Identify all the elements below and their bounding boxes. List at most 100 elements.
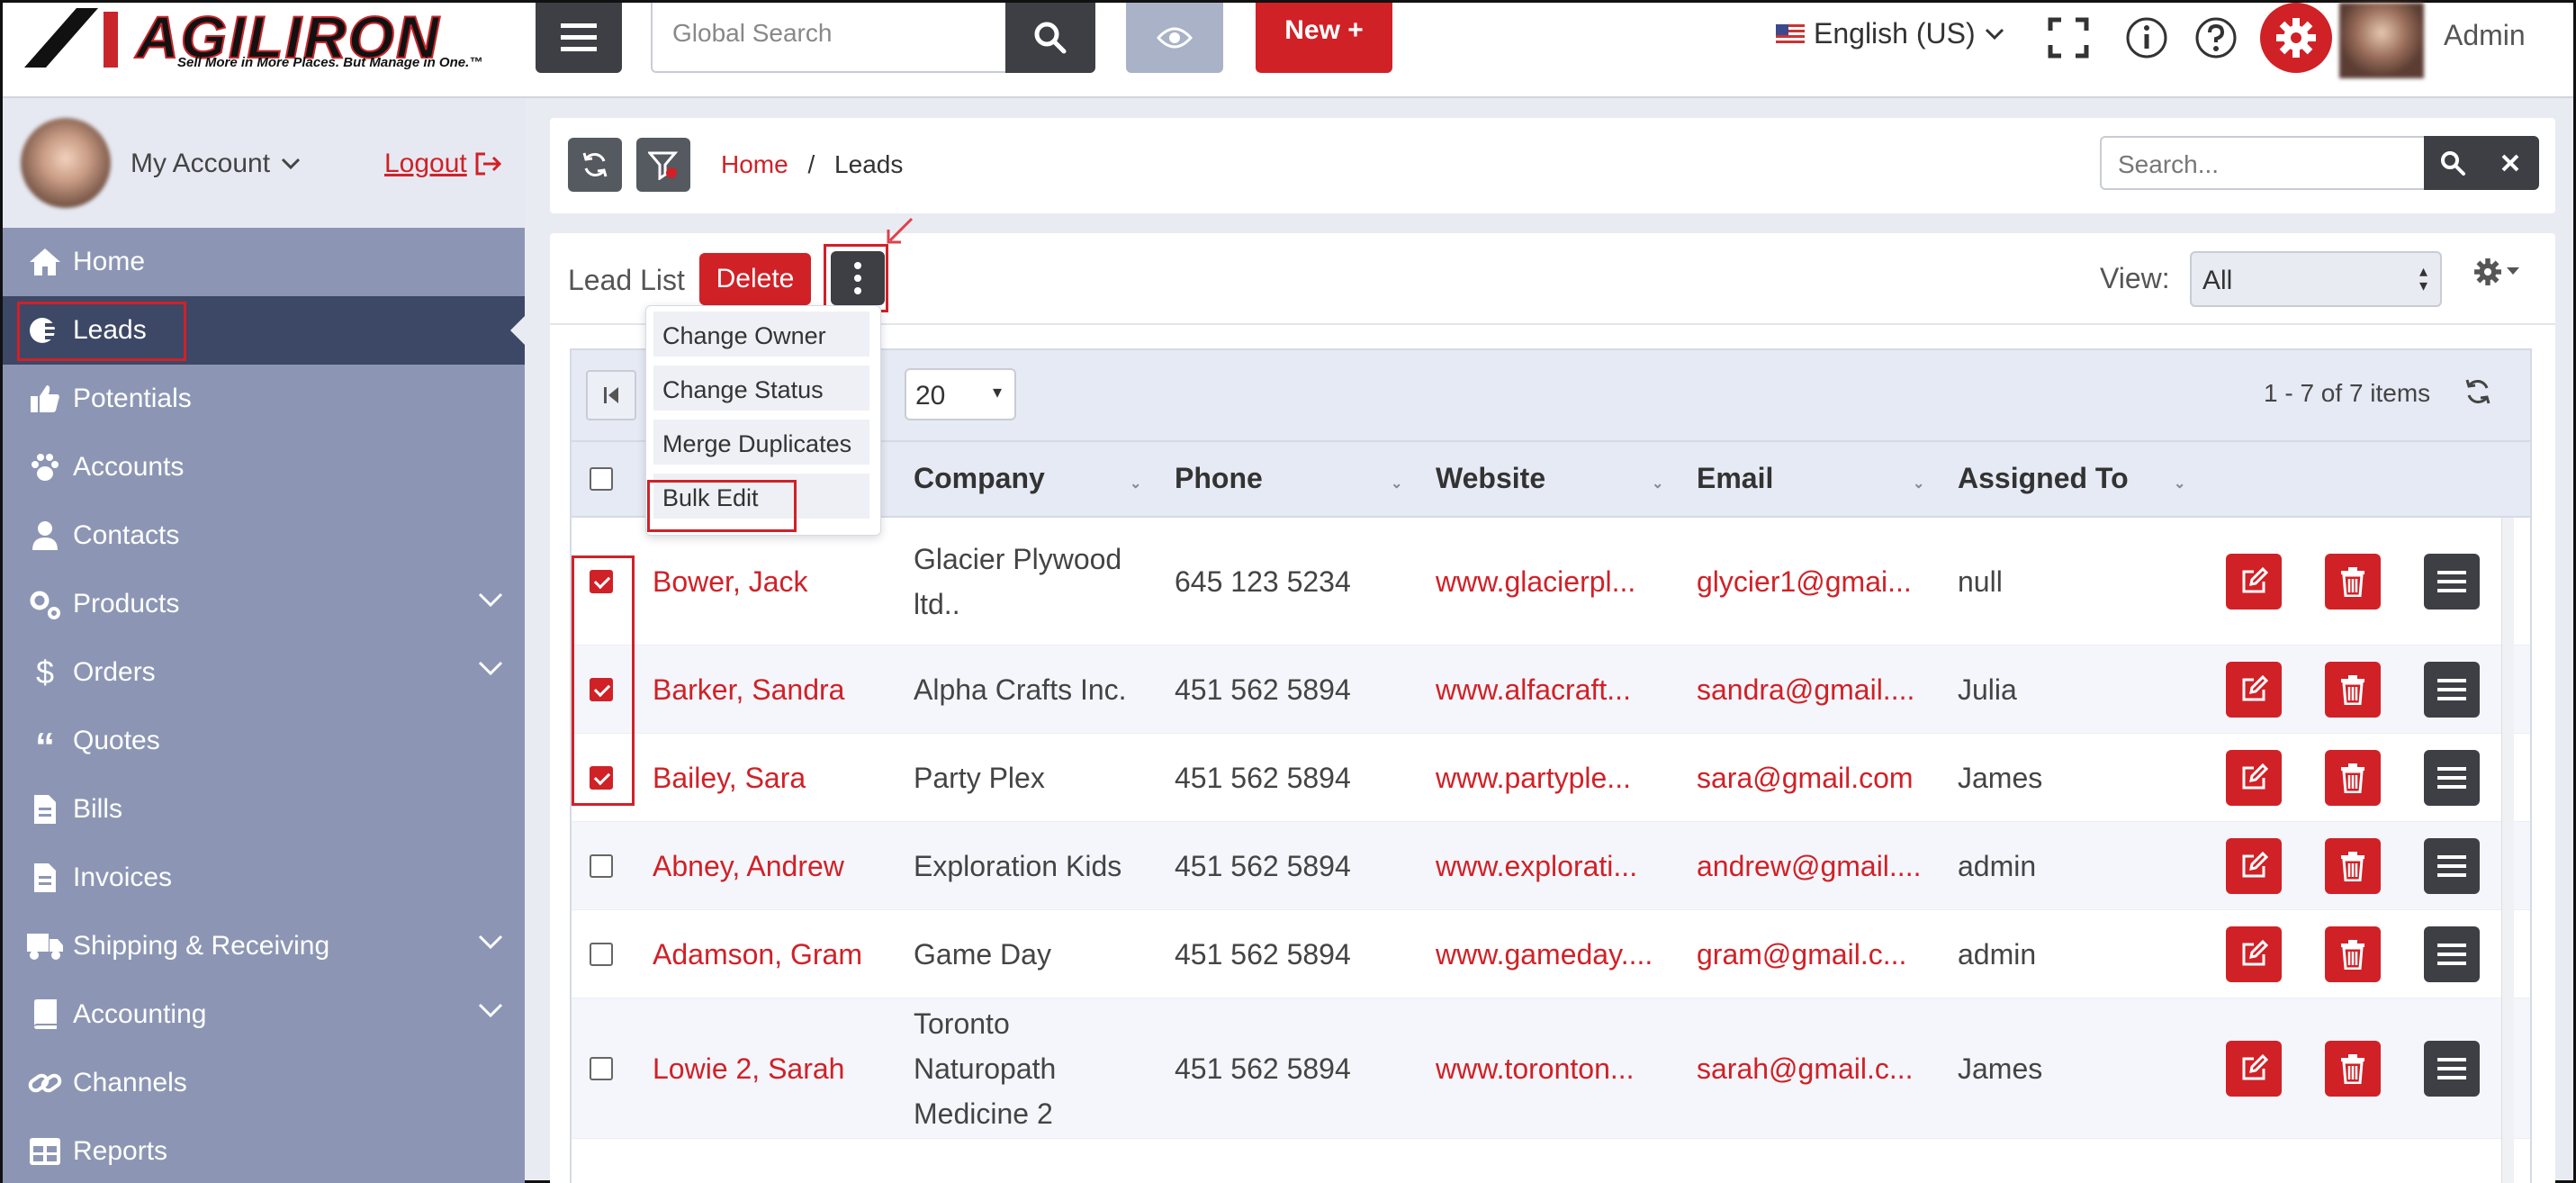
- edit-button[interactable]: [2226, 926, 2282, 982]
- info-button[interactable]: [2124, 15, 2169, 60]
- row-menu-button[interactable]: [2424, 838, 2480, 894]
- edit-button[interactable]: [2226, 662, 2282, 718]
- list-settings-button[interactable]: [2472, 257, 2519, 287]
- menu-item-merge-duplicates[interactable]: Merge Duplicates: [653, 420, 869, 465]
- email-link[interactable]: andrew@gmail....: [1697, 844, 1940, 889]
- table-row[interactable]: Abney, Andrew Exploration Kids 451 562 589…: [572, 822, 2530, 910]
- table-scrollbar[interactable]: [2501, 518, 2514, 1183]
- view-toggle-button[interactable]: [1126, 3, 1223, 73]
- row-menu-button[interactable]: [2424, 554, 2480, 610]
- refresh-button[interactable]: [568, 138, 622, 192]
- clear-search-button[interactable]: [2481, 136, 2539, 190]
- edit-button[interactable]: [2226, 554, 2282, 610]
- lead-name-link[interactable]: Bower, Jack: [653, 559, 896, 604]
- breadcrumb-home-link[interactable]: Home: [721, 150, 788, 178]
- sidebar-item-bills[interactable]: Bills: [3, 775, 525, 844]
- website-link[interactable]: www.explorati...: [1436, 844, 1679, 889]
- row-checkbox[interactable]: [590, 854, 613, 878]
- logout-link[interactable]: Logout: [384, 149, 503, 179]
- delete-button[interactable]: Delete: [699, 253, 811, 305]
- list-search-input[interactable]: Search...: [2100, 136, 2426, 190]
- list-search-button[interactable]: [2424, 136, 2481, 190]
- row-menu-button[interactable]: [2424, 662, 2480, 718]
- edit-button[interactable]: [2226, 838, 2282, 894]
- website-link[interactable]: www.toronton...: [1436, 1046, 1679, 1091]
- fullscreen-button[interactable]: [2046, 15, 2091, 60]
- help-icon: [2195, 17, 2237, 59]
- row-menu-button[interactable]: [2424, 1041, 2480, 1097]
- lead-name-link[interactable]: Lowie 2, Sarah: [653, 1046, 896, 1091]
- sidebar-item-home[interactable]: Home: [3, 228, 525, 296]
- row-menu-button[interactable]: [2424, 750, 2480, 806]
- lead-name-link[interactable]: Adamson, Gram: [653, 932, 896, 977]
- table-row[interactable]: Bailey, Sara Party Plex 451 562 5894 www.pa…: [572, 734, 2530, 822]
- new-button[interactable]: New +: [1256, 3, 1392, 73]
- row-checkbox[interactable]: [590, 943, 613, 966]
- grid-refresh-button[interactable]: [2463, 377, 2492, 411]
- view-select[interactable]: All ▴ ▾: [2190, 251, 2442, 307]
- my-account-menu[interactable]: My Account: [131, 149, 301, 179]
- help-button[interactable]: [2193, 15, 2238, 60]
- menu-toggle-button[interactable]: [536, 3, 622, 73]
- sidebar-item-shipping[interactable]: Shipping & Receiving: [3, 912, 525, 980]
- sidebar-item-products[interactable]: Products: [3, 570, 525, 638]
- user-menu[interactable]: Admin: [2444, 19, 2526, 52]
- filter-button[interactable]: [636, 138, 690, 192]
- phone-cell: 451 562 5894: [1175, 850, 1351, 882]
- delete-row-button[interactable]: [2325, 554, 2381, 610]
- sidebar-item-orders[interactable]: $ Orders: [3, 638, 525, 707]
- sidebar-item-channels[interactable]: Channels: [3, 1049, 525, 1117]
- delete-row-button[interactable]: [2325, 838, 2381, 894]
- first-page-button[interactable]: [586, 370, 636, 420]
- website-link[interactable]: www.alfacraft...: [1436, 667, 1679, 712]
- website-link[interactable]: www.glacierpl...: [1436, 559, 1679, 604]
- select-all-checkbox[interactable]: [590, 467, 613, 491]
- page-size-select[interactable]: 20 ▾: [905, 368, 1016, 420]
- column-header-assigned-to[interactable]: Assigned To ⌄: [1958, 462, 2201, 495]
- row-menu-button[interactable]: [2424, 926, 2480, 982]
- edit-button[interactable]: [2226, 750, 2282, 806]
- sidebar-item-contacts[interactable]: Contacts: [3, 501, 525, 570]
- email-link[interactable]: sara@gmail.com: [1697, 755, 1940, 800]
- delete-row-button[interactable]: [2325, 1041, 2381, 1097]
- email-link[interactable]: glycier1@gmai...: [1697, 559, 1940, 604]
- settings-button[interactable]: [2260, 3, 2332, 73]
- delete-row-button[interactable]: [2325, 926, 2381, 982]
- sidebar-item-reports[interactable]: Reports: [3, 1117, 525, 1183]
- email-link[interactable]: gram@gmail.c...: [1697, 932, 1940, 977]
- global-search-input[interactable]: Global Search: [651, 3, 1007, 73]
- website-link[interactable]: www.partyple...: [1436, 755, 1679, 800]
- lead-name-link[interactable]: Barker, Sandra: [653, 667, 896, 712]
- email-link[interactable]: sarah@gmail.c...: [1697, 1046, 1940, 1091]
- sidebar-item-accounting[interactable]: Accounting: [3, 980, 525, 1049]
- table-row[interactable]: Bower, Jack Glacier Plywood ltd.. 645 123 …: [572, 518, 2530, 646]
- sidebar-item-potentials[interactable]: Potentials: [3, 365, 525, 433]
- table-row[interactable]: Lowie 2, Sarah Toronto Naturopath Medicin…: [572, 998, 2530, 1139]
- sidebar-item-quotes[interactable]: “ Quotes: [3, 707, 525, 775]
- sidebar-item-leads[interactable]: Leads: [3, 296, 525, 365]
- sidebar-item-accounts[interactable]: Accounts: [3, 433, 525, 501]
- language-selector[interactable]: English (US): [1776, 17, 2004, 50]
- delete-row-button[interactable]: [2325, 662, 2381, 718]
- lead-name-link[interactable]: Abney, Andrew: [653, 844, 896, 889]
- user-icon: [26, 517, 64, 555]
- column-header-company[interactable]: Company ⌄: [914, 462, 1157, 495]
- menu-item-change-owner[interactable]: Change Owner: [653, 312, 869, 357]
- website-link[interactable]: www.gameday....: [1436, 932, 1679, 977]
- lead-name-link[interactable]: Bailey, Sara: [653, 755, 896, 800]
- agiliron-logo[interactable]: AGILIRON Sell More in More Places. But M…: [24, 3, 492, 71]
- column-header-website[interactable]: Website ⌄: [1436, 462, 1679, 495]
- global-search-button[interactable]: [1005, 3, 1095, 73]
- column-header-phone[interactable]: Phone ⌄: [1175, 462, 1418, 495]
- edit-button[interactable]: [2226, 1041, 2282, 1097]
- user-avatar[interactable]: [2339, 3, 2424, 78]
- table-row[interactable]: Barker, Sandra Alpha Crafts Inc. 451 562 5…: [572, 646, 2530, 734]
- menu-item-change-status[interactable]: Change Status: [653, 366, 869, 411]
- delete-row-button[interactable]: [2325, 750, 2381, 806]
- row-checkbox[interactable]: [590, 1057, 613, 1080]
- sidebar-item-invoices[interactable]: Invoices: [3, 844, 525, 912]
- email-link[interactable]: sandra@gmail....: [1697, 667, 1940, 712]
- hamburger-icon: [561, 23, 597, 51]
- table-row[interactable]: Adamson, Gram Game Day 451 562 5894 www.gam…: [572, 910, 2530, 998]
- column-header-email[interactable]: Email ⌄: [1697, 462, 1940, 495]
